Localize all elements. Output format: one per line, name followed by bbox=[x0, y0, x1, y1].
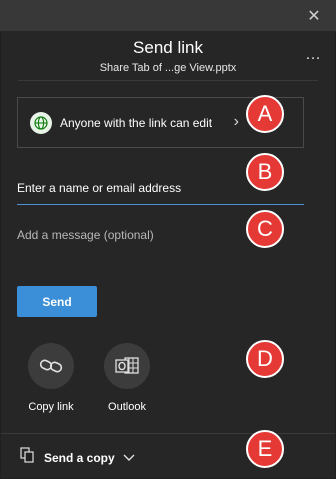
header-divider bbox=[18, 80, 318, 81]
copy-icon bbox=[20, 447, 34, 468]
chevron-down-icon bbox=[123, 449, 135, 467]
annotation-badge-c: C bbox=[246, 210, 284, 248]
outlook-option[interactable]: Outlook bbox=[97, 343, 157, 413]
copy-link-option[interactable]: Copy link bbox=[21, 343, 81, 413]
copy-link-label: Copy link bbox=[28, 401, 74, 413]
annotation-badge-d: D bbox=[246, 340, 284, 378]
dialog-title: Send link bbox=[133, 38, 203, 57]
send-button[interactable]: Send bbox=[17, 286, 97, 317]
send-a-copy-label: Send a copy bbox=[44, 450, 115, 465]
file-name: Share Tab of ...ge View.pptx bbox=[99, 62, 237, 74]
more-icon: … bbox=[305, 46, 322, 63]
outlook-label: Outlook bbox=[108, 401, 146, 413]
annotation-badge-b: B bbox=[246, 153, 284, 191]
link-icon bbox=[28, 343, 74, 389]
globe-icon bbox=[30, 111, 52, 134]
close-icon: ✕ bbox=[307, 7, 321, 25]
chevron-right-icon: › bbox=[233, 113, 239, 130]
more-options-button[interactable]: … bbox=[305, 46, 322, 64]
annotation-badge-a: A bbox=[246, 95, 284, 133]
footer-divider bbox=[1, 433, 335, 434]
close-button[interactable]: ✕ bbox=[292, 0, 336, 31]
title-bar: ✕ bbox=[0, 0, 336, 31]
annotation-badge-e: E bbox=[246, 430, 284, 468]
outlook-icon bbox=[104, 343, 150, 389]
permission-label: Anyone with the link can edit bbox=[60, 115, 213, 130]
send-a-copy-button[interactable]: Send a copy bbox=[20, 447, 135, 468]
